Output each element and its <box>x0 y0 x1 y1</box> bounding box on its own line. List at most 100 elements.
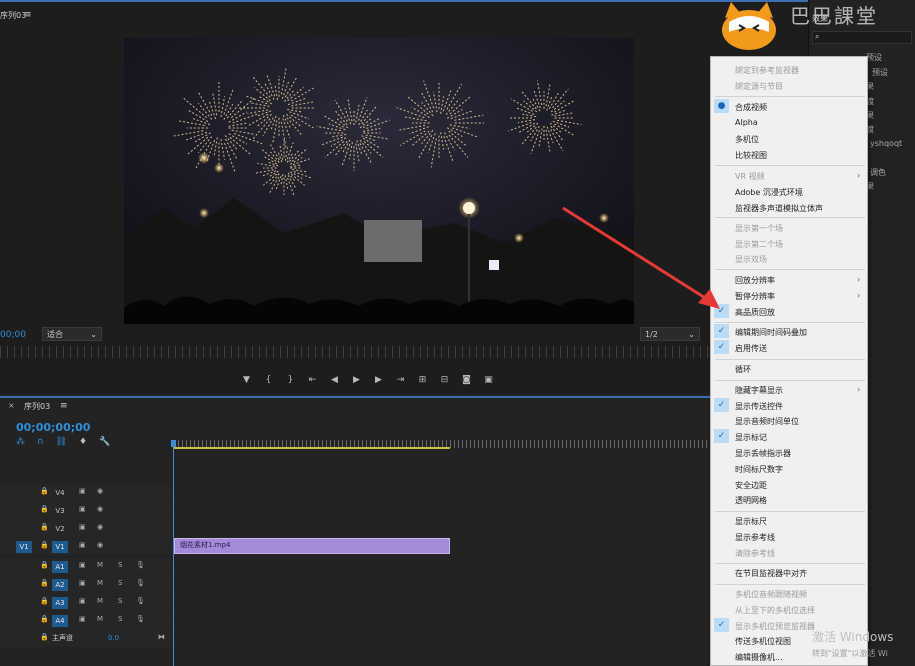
monitor-time-ruler[interactable] <box>0 346 808 358</box>
master-volume-value[interactable]: 0.0 <box>108 634 119 642</box>
eye-icon[interactable]: ◉ <box>97 541 103 549</box>
mark-in-icon[interactable]: ▼ <box>240 375 253 385</box>
mute-button[interactable]: M <box>97 615 103 623</box>
add-marker-icon[interactable]: ♦ <box>79 437 87 447</box>
wrench-icon[interactable]: 🔧 <box>99 437 110 447</box>
solo-button[interactable]: S <box>118 615 122 623</box>
nest-sequence-icon[interactable]: ⁂ <box>16 437 25 447</box>
timeline-timecode[interactable]: 00;00;00;00 <box>16 421 90 434</box>
menu-item[interactable]: 比较视图 <box>735 150 767 161</box>
menu-item[interactable]: 循环 <box>735 364 751 375</box>
lock-icon[interactable]: 🔒 <box>40 633 49 641</box>
track-name[interactable]: V3 <box>52 505 68 517</box>
menu-item[interactable]: VR 视频 <box>735 171 765 182</box>
solo-button[interactable]: S <box>118 579 122 587</box>
effects-item[interactable]: yshqoqt <box>870 139 902 148</box>
lock-icon[interactable]: 🔒 <box>40 615 49 623</box>
sync-lock-icon[interactable]: ▣ <box>79 505 86 513</box>
sync-lock-icon[interactable]: ▣ <box>79 597 86 605</box>
lock-icon[interactable]: 🔒 <box>40 561 49 569</box>
panel-menu-icon[interactable]: ≡ <box>60 401 68 411</box>
go-to-end-icon[interactable]: ⧓ <box>158 633 165 641</box>
track-name[interactable]: V1 <box>52 541 68 553</box>
monitor-tab-label[interactable]: 序列03 <box>0 10 26 21</box>
menu-item[interactable]: 显示第二个场 <box>735 239 783 250</box>
track-name[interactable]: A4 <box>52 615 68 627</box>
menu-item[interactable]: 从上至下的多机位选择 <box>735 605 815 616</box>
lock-icon[interactable]: 🔒 <box>40 597 49 605</box>
insert-icon[interactable]: ⊞ <box>416 375 429 385</box>
play-icon[interactable]: ▶ <box>350 375 363 385</box>
lock-icon[interactable]: 🔒 <box>40 487 49 495</box>
sync-lock-icon[interactable]: ▣ <box>79 487 86 495</box>
eye-icon[interactable]: ◉ <box>97 505 103 513</box>
track-name[interactable]: A1 <box>52 561 68 573</box>
lock-icon[interactable]: 🔒 <box>40 523 49 531</box>
menu-item[interactable]: Adobe 沉浸式环境 <box>735 187 803 198</box>
effects-item[interactable]: 调色 <box>870 167 886 178</box>
menu-item[interactable]: 显示第一个场 <box>735 223 783 234</box>
mark-bracket-in-icon[interactable]: { <box>262 375 275 385</box>
menu-item[interactable]: 绑定源与节目 <box>735 81 783 92</box>
menu-item[interactable]: 隐藏字幕显示 <box>735 385 783 396</box>
timeline-tab-label[interactable]: 序列03 <box>24 401 50 412</box>
lock-icon[interactable]: 🔒 <box>40 505 49 513</box>
menu-item[interactable]: 回放分辨率 <box>735 275 775 286</box>
resolution-select[interactable]: 1/2 ⌄ <box>640 327 700 341</box>
menu-item[interactable]: 启用传送 <box>735 343 767 354</box>
work-area-bar[interactable] <box>174 447 450 449</box>
menu-item[interactable]: 编辑期间时间码叠加 <box>735 327 807 338</box>
mark-bracket-out-icon[interactable]: } <box>284 375 297 385</box>
menu-item[interactable]: 显示标记 <box>735 432 767 443</box>
effects-search-input[interactable]: ⌕ <box>812 31 912 44</box>
menu-item[interactable]: 在节目监视器中对齐 <box>735 568 807 579</box>
go-to-in-icon[interactable]: ⇤ <box>306 375 319 385</box>
solo-button[interactable]: S <box>118 561 122 569</box>
step-forward-icon[interactable]: ▶ <box>372 375 385 385</box>
menu-item[interactable]: 显示音频时间单位 <box>735 416 799 427</box>
menu-item[interactable]: 显示双场 <box>735 254 767 265</box>
zoom-select[interactable]: 适合 ⌄ <box>42 327 102 341</box>
menu-item[interactable]: 监视器多声道模拟立体声 <box>735 203 823 214</box>
menu-item[interactable]: 清除参考线 <box>735 548 775 559</box>
microphone-icon[interactable]: 🎙 <box>136 579 145 587</box>
solo-button[interactable]: S <box>118 597 122 605</box>
close-icon[interactable]: × <box>8 401 15 410</box>
source-patch[interactable]: V1 <box>16 541 32 553</box>
go-to-out-icon[interactable]: ⇥ <box>394 375 407 385</box>
menu-item[interactable]: 编辑摄像机... <box>735 652 783 663</box>
panel-menu-icon[interactable]: ≡ <box>24 10 32 20</box>
menu-item[interactable]: 显示参考线 <box>735 532 775 543</box>
track-name[interactable]: V2 <box>52 523 68 535</box>
menu-item[interactable]: 多机位音频跟随视频 <box>735 589 807 600</box>
menu-item[interactable]: 高品质回放 <box>735 307 775 318</box>
effects-item[interactable]: 预设 <box>866 52 882 63</box>
sync-lock-icon[interactable]: ▣ <box>79 615 86 623</box>
menu-item[interactable]: 显示传送控件 <box>735 401 783 412</box>
snap-icon[interactable]: ∩ <box>37 437 44 447</box>
menu-item[interactable]: 时间标尺数字 <box>735 464 783 475</box>
lock-icon[interactable]: 🔒 <box>40 579 49 587</box>
eye-icon[interactable]: ◉ <box>97 523 103 531</box>
mute-button[interactable]: M <box>97 597 103 605</box>
menu-item[interactable]: 显示标尺 <box>735 516 767 527</box>
sync-lock-icon[interactable]: ▣ <box>79 523 86 531</box>
microphone-icon[interactable]: 🎙 <box>136 561 145 569</box>
sync-lock-icon[interactable]: ▣ <box>79 541 86 549</box>
menu-item[interactable]: Alpha <box>735 118 758 127</box>
overwrite-icon[interactable]: ⊟ <box>438 375 451 385</box>
microphone-icon[interactable]: 🎙 <box>136 597 145 605</box>
menu-item[interactable]: 多机位 <box>735 134 759 145</box>
menu-item[interactable]: 显示多机位预览监视器 <box>735 621 815 632</box>
menu-item[interactable]: 安全边距 <box>735 480 767 491</box>
menu-item[interactable]: 合成视频 <box>735 102 767 113</box>
track-name[interactable]: V4 <box>52 487 68 499</box>
lock-icon[interactable]: 🔒 <box>40 541 49 549</box>
menu-item[interactable]: 绑定到参考监视器 <box>735 65 799 76</box>
sync-lock-icon[interactable]: ▣ <box>79 579 86 587</box>
mute-button[interactable]: M <box>97 579 103 587</box>
playhead-handle[interactable] <box>171 440 176 447</box>
menu-item[interactable]: 暂停分辨率 <box>735 291 775 302</box>
menu-item[interactable]: 透明网格 <box>735 495 767 506</box>
track-name[interactable]: A3 <box>52 597 68 609</box>
